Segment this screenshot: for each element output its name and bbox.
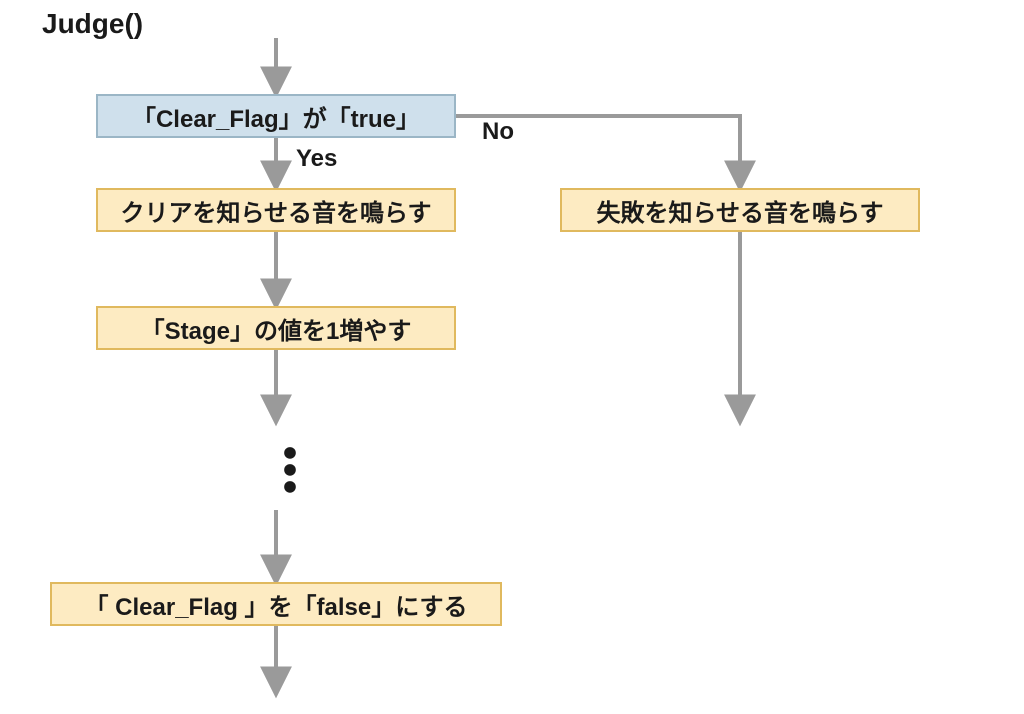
decision-text: 「Clear_Flag」が「true」 (132, 99, 420, 134)
branch-label-yes: Yes (296, 145, 337, 173)
process-text: 「Stage」の値を1増やす (141, 311, 412, 346)
function-title: Judge() (42, 8, 143, 40)
branch-label-no: No (482, 118, 514, 146)
process-play-fail-sound: 失敗を知らせる音を鳴らす (560, 188, 920, 232)
process-play-clear-sound: クリアを知らせる音を鳴らす (96, 188, 456, 232)
process-set-clear-flag-false: 「 Clear_Flag 」を「false」にする (50, 582, 502, 626)
decision-clear-flag-true: 「Clear_Flag」が「true」 (96, 94, 456, 138)
ellipsis: ・・・ (266, 448, 286, 498)
process-text: 「 Clear_Flag 」を「false」にする (85, 587, 468, 622)
process-increment-stage: 「Stage」の値を1増やす (96, 306, 456, 350)
process-text: クリアを知らせる音を鳴らす (120, 193, 431, 228)
process-text: 失敗を知らせる音を鳴らす (596, 193, 883, 228)
